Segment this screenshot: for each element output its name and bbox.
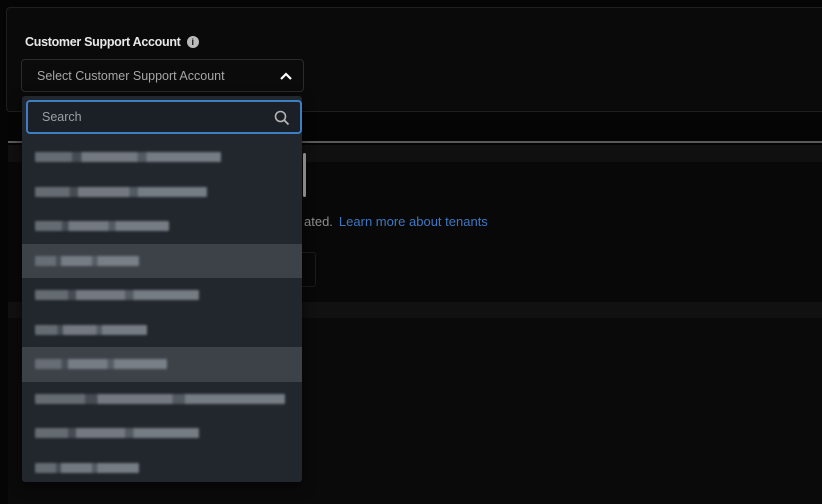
list-item[interactable] (22, 451, 302, 486)
list-item[interactable] (22, 209, 302, 244)
redacted-account-name (35, 428, 199, 439)
list-item[interactable] (22, 175, 302, 210)
customer-support-account-select[interactable]: Select Customer Support Account (21, 59, 304, 92)
redacted-account-name (35, 186, 207, 197)
list-item[interactable] (22, 382, 302, 417)
account-dropdown (22, 96, 306, 485)
description-text: ated. (304, 214, 333, 229)
list-item[interactable] (22, 313, 302, 348)
scrollbar[interactable] (303, 153, 306, 197)
redacted-account-name (35, 324, 147, 335)
redacted-account-name (35, 359, 167, 370)
learn-more-link[interactable]: Learn more about tenants (339, 214, 488, 229)
search-field[interactable] (26, 100, 302, 134)
redacted-account-name (35, 290, 199, 301)
redacted-account-name (35, 462, 139, 473)
field-label-text: Customer Support Account (25, 35, 181, 49)
redacted-account-name (35, 221, 169, 232)
redacted-account-name (35, 393, 285, 404)
account-list (22, 140, 302, 485)
select-placeholder: Select Customer Support Account (37, 68, 225, 83)
list-item[interactable] (22, 416, 302, 451)
tenants-description: ated. Learn more about tenants (304, 214, 488, 229)
search-input[interactable] (40, 109, 264, 125)
redacted-account-name (35, 255, 139, 266)
chevron-up-icon[interactable] (279, 69, 293, 83)
list-item[interactable] (22, 243, 302, 278)
info-icon[interactable]: i (186, 36, 199, 48)
search-icon (274, 110, 290, 126)
list-item[interactable] (22, 347, 302, 382)
list-item[interactable] (22, 140, 302, 175)
list-item[interactable] (22, 278, 302, 313)
field-label: Customer Support Account i (25, 35, 199, 49)
redacted-account-name (35, 152, 221, 163)
